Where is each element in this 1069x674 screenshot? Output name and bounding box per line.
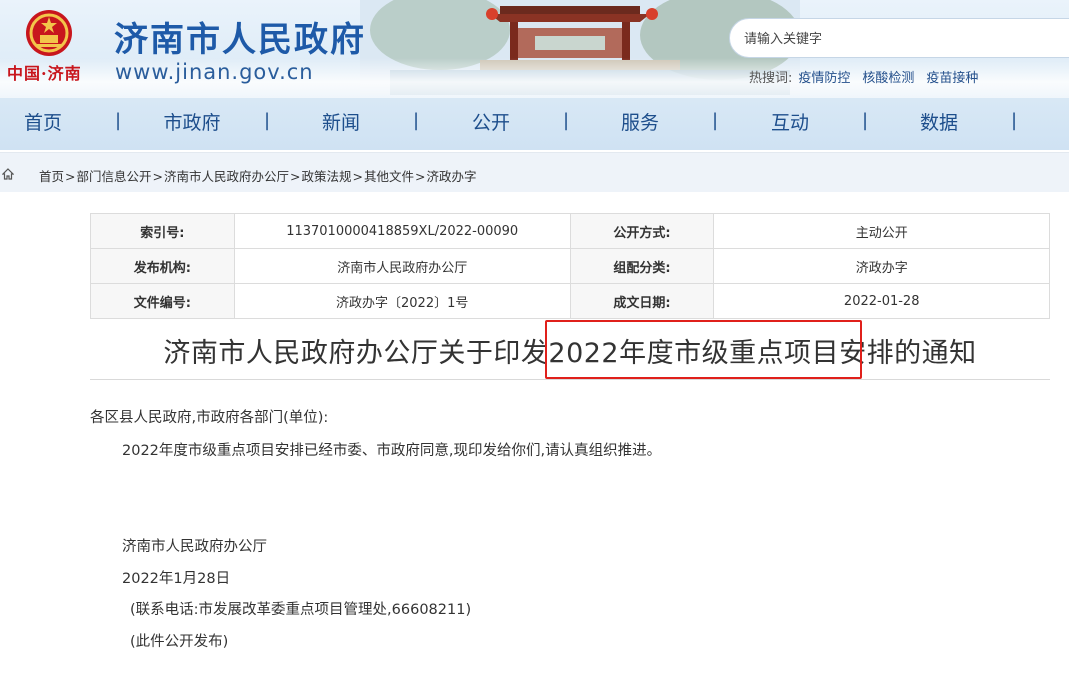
nav-separator: | [1011,110,1018,131]
meta-label: 成文日期: [569,283,715,319]
site-header: 中国·济南 济南市人民政府 www.jinan.gov.cn 热搜词: 疫情防控核… [0,0,1069,150]
nav-separator: | [563,110,570,131]
table-row: 文件编号: 济政办字〔2022〕1号 成文日期: 2022-01-28 [90,283,1050,319]
breadcrumb-separator: > [415,169,426,184]
highlight-box [545,320,862,379]
meta-label: 发布机构: [90,248,235,284]
breadcrumb-link[interactable]: 其他文件 [364,169,414,184]
breadcrumb-separator: > [352,169,363,184]
meta-value-date: 2022-01-28 [713,283,1050,319]
hot-search-label: 热搜词: [749,71,793,86]
site-url[interactable]: www.jinan.gov.cn [115,60,314,84]
hot-search-link[interactable]: 疫情防控 [798,71,850,86]
breadcrumb-separator: > [290,169,301,184]
meta-value-category: 济政办字 [713,248,1050,284]
table-row: 发布机构: 济南市人民政府办公厅 组配分类: 济政办字 [90,248,1050,284]
hot-search-link[interactable]: 核酸检测 [862,71,914,86]
breadcrumb-link[interactable]: 济政办字 [427,169,477,184]
breadcrumb-link[interactable]: 首页 [39,169,64,184]
meta-label: 公开方式: [569,213,715,249]
document-meta-table: 索引号: 1137010000418859XL/2022-00090 公开方式:… [90,213,1050,319]
meta-label: 组配分类: [569,248,715,284]
breadcrumb-bar: 首页>部门信息公开>济南市人民政府办公厅>政策法规>其他文件>济政办字 [0,152,1069,192]
meta-value-doc-no: 济政办字〔2022〕1号 [233,283,571,319]
breadcrumb: 首页>部门信息公开>济南市人民政府办公厅>政策法规>其他文件>济政办字 [39,166,477,185]
hot-search-link[interactable]: 疫苗接种 [926,71,978,86]
breadcrumb-link[interactable]: 部门信息公开 [77,169,152,184]
meta-label: 文件编号: [90,283,235,319]
china-jinan-logo: 中国·济南 [7,64,82,83]
meta-value-disclosure: 主动公开 [713,213,1050,249]
title-divider [90,379,1050,380]
search-box[interactable] [729,18,1069,58]
nav-separator: | [712,110,719,131]
nav-separator: | [115,110,122,131]
nav-item-government[interactable]: 市政府 [142,108,242,135]
nav-item-news[interactable]: 新闻 [291,108,391,135]
nav-item-service[interactable]: 服务 [590,108,690,135]
sign-date: 2022年1月28日 [122,571,231,587]
table-row: 索引号: 1137010000418859XL/2022-00090 公开方式:… [90,213,1050,249]
search-input[interactable] [744,29,1044,49]
contact-note: (联系电话:市发展改革委重点项目管理处,66608211) [130,602,472,618]
meta-value-publisher: 济南市人民政府办公厅 [233,248,571,284]
meta-value-index-no: 1137010000418859XL/2022-00090 [233,213,571,249]
salutation: 各区县人民政府,市政府各部门(单位): [90,410,329,426]
meta-label: 索引号: [90,213,235,249]
main-nav: 首页 | 市政府 | 新闻 | 公开 | 服务 | 互动 | 数据 | [0,100,1069,140]
nav-item-open[interactable]: 公开 [441,108,541,135]
nav-separator: | [264,110,271,131]
signer: 济南市人民政府办公厅 [122,539,267,555]
body-paragraph: 2022年度市级重点项目安排已经市委、市政府同意,现印发给你们,请认真组织推进。 [122,443,662,459]
site-title[interactable]: 济南市人民政府 [114,12,366,61]
breadcrumb-separator: > [65,169,76,184]
national-emblem-icon [26,10,72,56]
nav-item-interaction[interactable]: 互动 [740,108,840,135]
breadcrumb-link[interactable]: 政策法规 [302,169,352,184]
publish-note: (此件公开发布) [130,634,229,650]
nav-separator: | [413,110,420,131]
breadcrumb-separator: > [152,169,163,184]
hot-search: 热搜词: 疫情防控 核酸检测 疫苗接种 [749,67,978,86]
nav-separator: | [862,110,869,131]
nav-item-home[interactable]: 首页 [0,108,93,135]
nav-item-data[interactable]: 数据 [889,108,989,135]
home-icon[interactable] [2,168,14,180]
breadcrumb-link[interactable]: 济南市人民政府办公厅 [164,169,289,184]
